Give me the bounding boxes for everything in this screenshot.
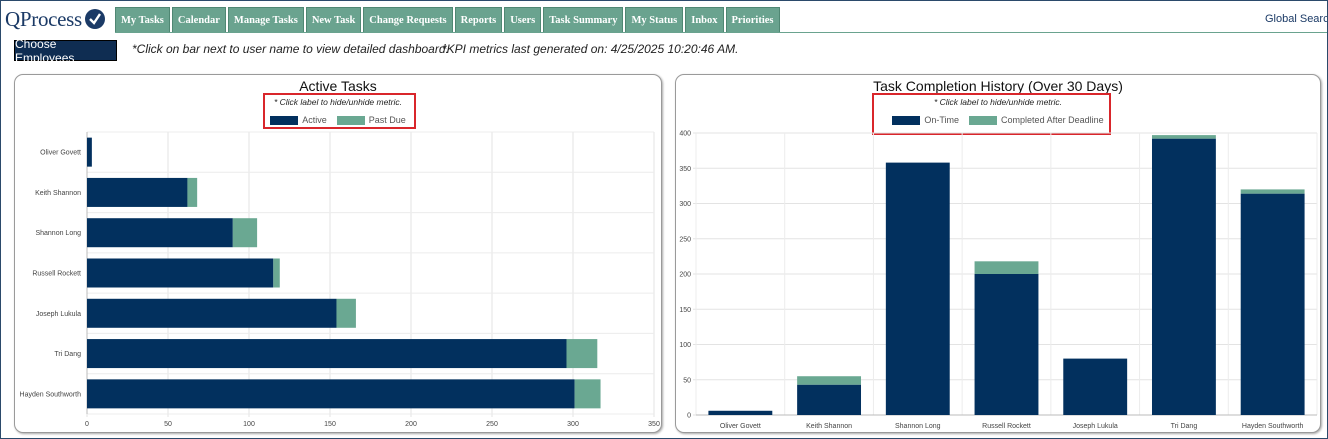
bar-completed-after-deadline-russell-rockett[interactable] — [974, 261, 1039, 274]
active-tasks-panel: Active Tasks * Click label to hide/unhid… — [14, 74, 662, 433]
tab-my-tasks[interactable]: My Tasks — [115, 7, 170, 32]
qprocess-logo[interactable]: QProcess — [5, 7, 105, 31]
tab-users[interactable]: Users — [504, 7, 542, 32]
bar-active-tri-dang[interactable] — [87, 339, 567, 369]
completion-history-panel: Task Completion History (Over 30 Days) *… — [675, 74, 1321, 433]
bar-past-due-joseph-lukula[interactable] — [336, 298, 356, 328]
kpi-generated-text: *KPI metrics last generated on: 4/25/202… — [442, 42, 739, 56]
bar-on-time-russell-rockett[interactable] — [974, 274, 1039, 415]
y-tick-label: 300 — [679, 201, 691, 208]
dashboard-hint-text: *Click on bar next to user name to view … — [132, 42, 449, 56]
x-tick-label: Hayden Southworth — [1242, 423, 1304, 430]
tab-new-task[interactable]: New Task — [305, 7, 362, 32]
bar-on-time-shannon-long[interactable] — [885, 162, 950, 415]
y-tick-label: 50 — [683, 377, 691, 384]
x-tick-label: Tri Dang — [1171, 423, 1198, 430]
y-tick-label: 150 — [679, 307, 691, 314]
y-tick-label: 200 — [679, 272, 691, 279]
completion-history-chart: 0 50 100 150 200 250 300 350 400 Oliver Govett Kei… — [679, 131, 1318, 430]
bar-past-due-russell-rockett[interactable] — [273, 258, 280, 288]
tab-change-requests[interactable]: Change Requests — [363, 7, 453, 32]
x-tick-label: Keith Shannon — [806, 423, 852, 430]
x-tick-label: 300 — [567, 421, 579, 428]
bar-on-time-hayden-southworth[interactable] — [1240, 193, 1305, 415]
bar-completed-after-deadline-keith-shannon[interactable] — [797, 376, 862, 385]
y-tick-label: Oliver Govett — [40, 150, 81, 157]
y-tick-label: Russell Rockett — [32, 271, 81, 278]
bar-active-shannon-long[interactable] — [87, 218, 233, 248]
tab-my-status[interactable]: My Status — [625, 7, 684, 32]
y-tick-label: 350 — [679, 166, 691, 173]
checkmark-icon — [84, 9, 105, 29]
logo-text: QProcess — [5, 6, 82, 31]
y-tick-label: Hayden Southworth — [20, 391, 82, 398]
x-tick-label: 200 — [405, 421, 417, 428]
bar-active-hayden-southworth[interactable] — [87, 379, 575, 409]
x-tick-label: Joseph Lukula — [1073, 423, 1118, 430]
bar-past-due-tri-dang[interactable] — [566, 339, 598, 369]
y-tick-label: Keith Shannon — [35, 190, 81, 197]
bar-past-due-hayden-southworth[interactable] — [574, 379, 601, 409]
bar-past-due-shannon-long[interactable] — [232, 218, 258, 248]
global-search-link[interactable]: Global Search — [1265, 13, 1327, 25]
bar-on-time-oliver-govett[interactable] — [708, 410, 773, 415]
tab-underline — [115, 32, 1327, 33]
x-tick-label: Russell Rockett — [982, 423, 1031, 430]
y-tick-label: 0 — [687, 413, 691, 420]
bar-active-joseph-lukula[interactable] — [87, 298, 337, 328]
x-tick-label: Oliver Govett — [720, 423, 761, 430]
tab-reports[interactable]: Reports — [454, 7, 503, 32]
y-tick-label: 400 — [679, 131, 691, 138]
nav-tabs: My Tasks Calendar Manage Tasks New Task … — [115, 7, 780, 32]
bar-active-keith-shannon[interactable] — [87, 177, 188, 207]
tab-inbox[interactable]: Inbox — [685, 7, 724, 32]
x-tick-label: 100 — [243, 421, 255, 428]
bar-past-due-keith-shannon[interactable] — [187, 177, 198, 207]
x-tick-label: 0 — [85, 421, 89, 428]
bar-on-time-tri-dang[interactable] — [1151, 138, 1216, 415]
y-tick-label: Joseph Lukula — [36, 311, 81, 318]
x-tick-label: 350 — [648, 421, 660, 428]
choose-employees-button[interactable]: Choose Employees — [14, 37, 117, 65]
y-tick-label: 100 — [679, 342, 691, 349]
tab-priorities[interactable]: Priorities — [725, 7, 780, 32]
bar-on-time-joseph-lukula[interactable] — [1063, 358, 1128, 415]
y-tick-label: Shannon Long — [35, 230, 81, 237]
tab-manage-tasks[interactable]: Manage Tasks — [227, 7, 304, 32]
y-tick-label: 250 — [679, 236, 691, 243]
x-tick-label: 50 — [164, 421, 172, 428]
x-tick-label: Shannon Long — [895, 423, 941, 430]
bar-completed-after-deadline-tri-dang[interactable] — [1151, 135, 1216, 139]
y-tick-label: Tri Dang — [54, 351, 81, 358]
bar-active-oliver-govett[interactable] — [87, 137, 92, 167]
tab-task-summary[interactable]: Task Summary — [543, 7, 624, 32]
bar-completed-after-deadline-hayden-southworth[interactable] — [1240, 189, 1305, 194]
tab-calendar[interactable]: Calendar — [171, 7, 226, 32]
x-tick-label: 250 — [486, 421, 498, 428]
active-tasks-chart: 0 50 100 150 200 250 300 350 Oliver Govett Keith … — [20, 131, 660, 428]
bar-active-russell-rockett[interactable] — [87, 258, 274, 288]
app-window: QProcess My Tasks Calendar Manage Tasks … — [0, 0, 1328, 439]
bar-on-time-keith-shannon[interactable] — [797, 384, 862, 415]
x-tick-label: 150 — [324, 421, 336, 428]
